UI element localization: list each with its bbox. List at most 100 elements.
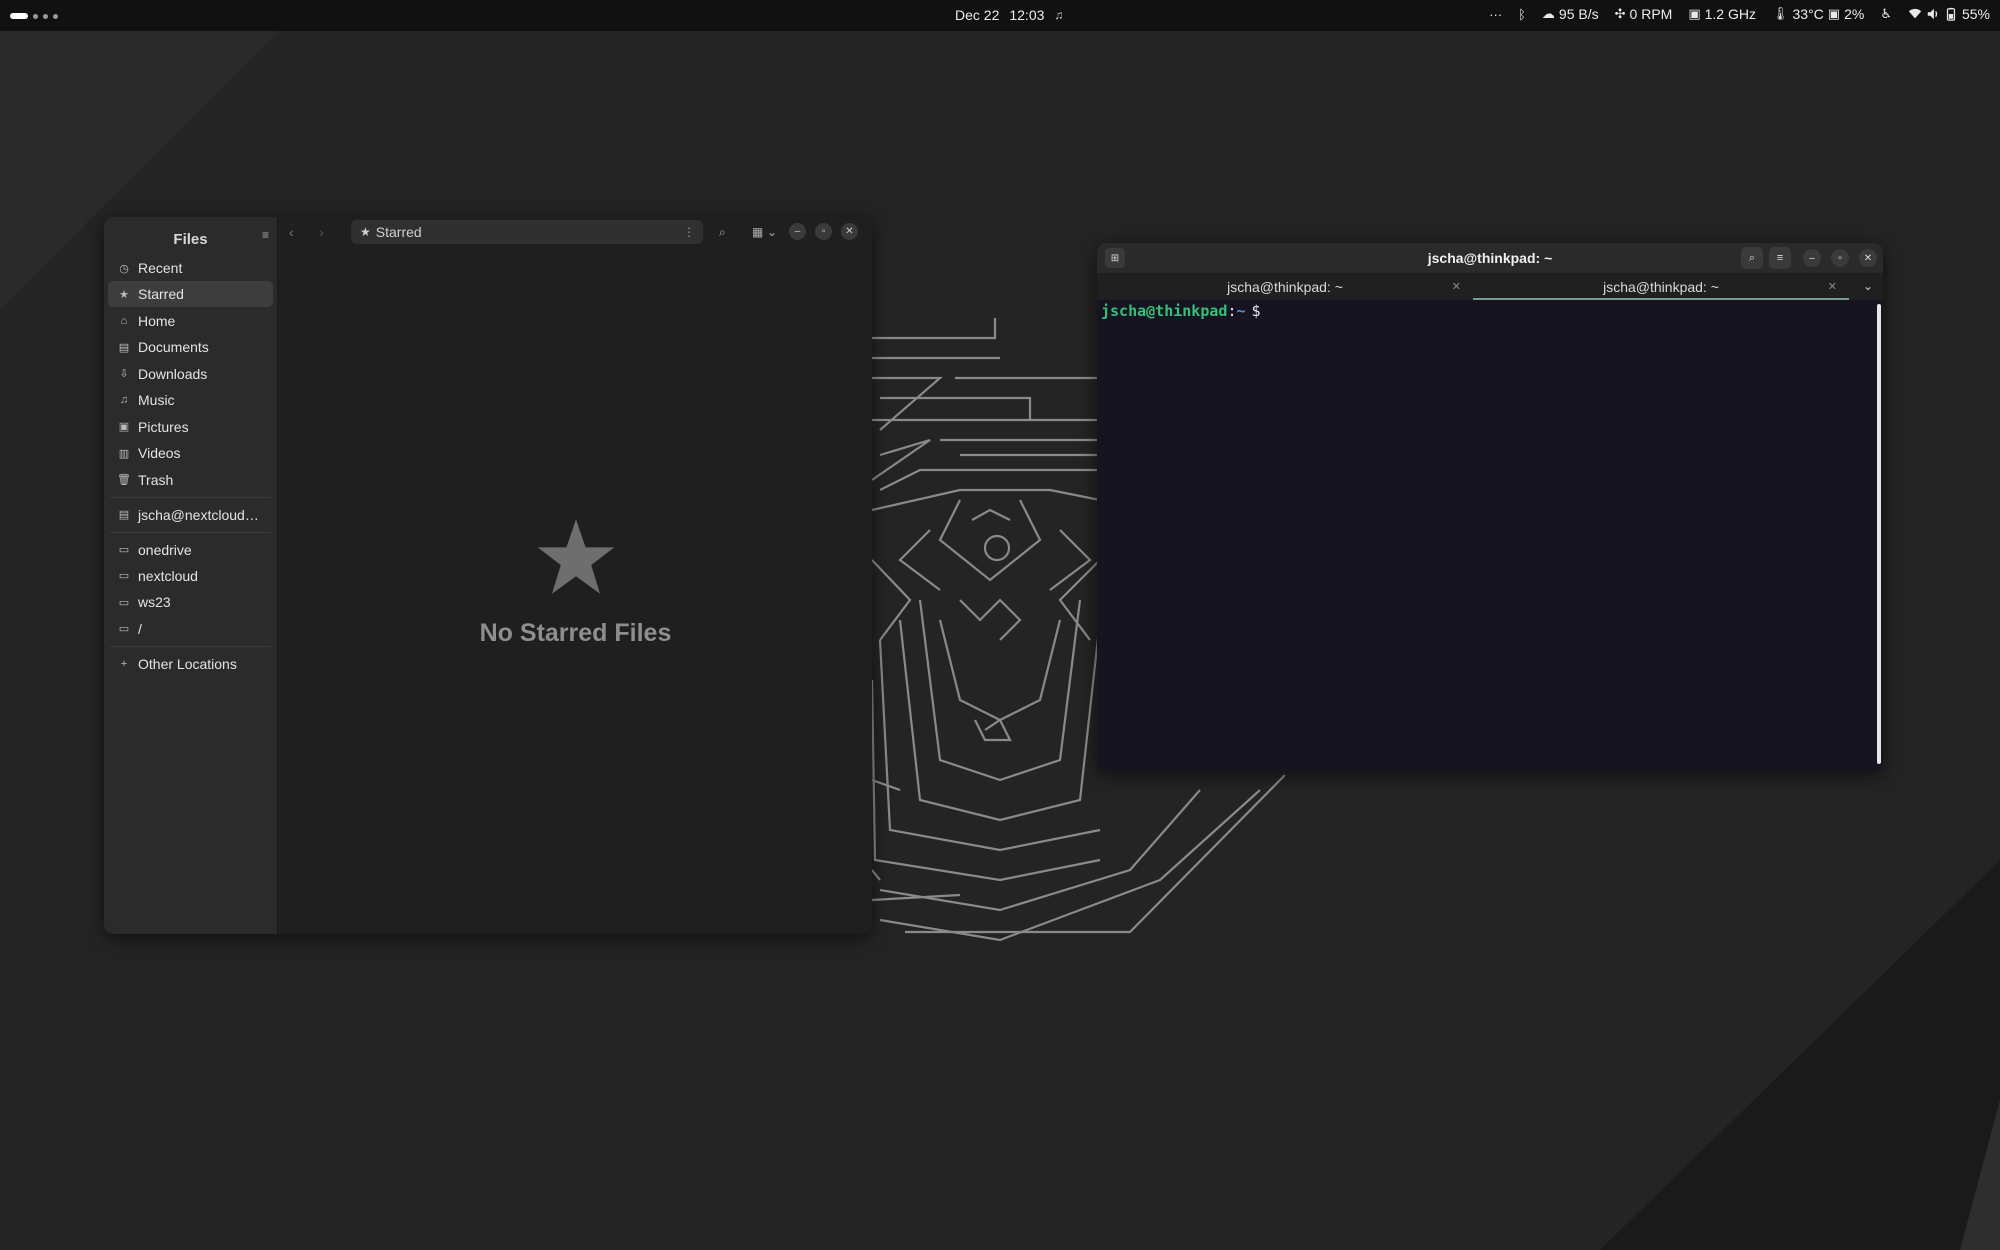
sidebar-divider [110, 531, 271, 533]
fan-icon: ✣ [1614, 6, 1626, 21]
cpu-load-value: 2% [1844, 6, 1865, 22]
sidebar-item-pictures[interactable]: ▣ Pictures [108, 414, 273, 440]
notification-bell-icon: ♫ [1054, 8, 1064, 22]
search-icon[interactable]: ⌕ [1741, 247, 1763, 269]
sidebar-item-label: Music [138, 392, 175, 409]
tab-label: jscha@thinkpad: ~ [1227, 278, 1343, 295]
files-content: ‹ › ★ Starred ⋮ ⌕ ▦ ⌄ – ▫ ✕ No Starred F… [279, 217, 872, 934]
location-pathbar[interactable]: ★ Starred ⋮ [351, 220, 703, 244]
workspace-dot[interactable] [33, 13, 38, 19]
grid-view-icon[interactable]: ▦ [752, 225, 763, 239]
hamburger-menu-icon[interactable]: ≡ [262, 228, 269, 242]
sidebar-item-starred[interactable]: ★ Starred [108, 281, 273, 308]
cpu-load-icon: ▣ [1827, 6, 1841, 21]
download-icon: ⇩ [119, 368, 129, 381]
workspace-indicator[interactable] [10, 13, 58, 19]
close-button[interactable]: ✕ [841, 223, 858, 240]
status-menu[interactable]: 55% [1908, 6, 1990, 22]
terminal-scrollbar[interactable] [1877, 304, 1881, 764]
workspace-dot[interactable] [43, 13, 48, 19]
tab-close-icon[interactable]: ✕ [1828, 280, 1837, 293]
sidebar-item-network-nextcloud[interactable]: ▤ jscha@nextcloud… [108, 502, 273, 528]
chevron-down-icon[interactable]: ⌄ [767, 225, 777, 239]
empty-state-title: No Starred Files [479, 619, 672, 647]
sidebar-item-label: jscha@nextcloud… [138, 506, 259, 523]
sidebar-item-label: Downloads [138, 365, 208, 382]
sidebar-item-onedrive[interactable]: ▭ onedrive [108, 537, 273, 563]
accessibility-icon[interactable]: ♿︎ [1880, 6, 1892, 22]
battery-icon [1946, 7, 1956, 21]
sidebar-item-label: Home [138, 312, 176, 329]
terminal-tab-active[interactable]: jscha@thinkpad: ~ ✕ [1473, 273, 1849, 300]
picture-icon: ▣ [118, 421, 130, 434]
home-icon: ⌂ [120, 314, 128, 327]
sidebar-places: ◷ Recent ★ Starred ⌂ Home ▤ Documents ⇩ … [104, 255, 277, 677]
search-icon[interactable]: ⌕ [719, 225, 726, 240]
volume-icon [1927, 8, 1938, 20]
thermometer-icon: 🌡︎ [1771, 6, 1789, 21]
terminal-title: jscha@thinkpad: ~ [1427, 250, 1553, 266]
server-icon: ▤ [118, 509, 130, 521]
sidebar-item-label: / [138, 620, 142, 637]
maximize-button[interactable]: ▫ [1831, 249, 1849, 267]
files-sidebar: Files ≡ ◷ Recent ★ Starred ⌂ Home ▤ Docu… [104, 217, 278, 934]
terminal-tab[interactable]: jscha@thinkpad: ~ ✕ [1097, 273, 1473, 300]
chevron-down-icon[interactable]: ⌄ [1863, 279, 1873, 293]
video-icon: ▥ [118, 447, 130, 460]
sidebar-divider [110, 645, 271, 647]
pathbar-location: Starred [375, 224, 422, 240]
clock-icon: ◷ [119, 262, 129, 275]
maximize-button[interactable]: ▫ [815, 223, 832, 240]
sidebar-item-other-locations[interactable]: + Other Locations [108, 651, 273, 677]
sidebar-item-label: Other Locations [138, 655, 237, 672]
back-arrow-icon[interactable]: ‹ [289, 224, 294, 240]
bluetooth-icon[interactable]: ᛒ [1518, 7, 1526, 22]
sidebar-item-documents[interactable]: ▤ Documents [108, 334, 273, 360]
workspace-dot[interactable] [53, 13, 58, 19]
sidebar-item-label: ws23 [138, 594, 171, 611]
sidebar-item-nextcloud[interactable]: ▭ nextcloud [108, 563, 273, 589]
sidebar-item-trash[interactable]: 🗑︎ Trash [108, 467, 273, 493]
sidebar-item-home[interactable]: ⌂ Home [108, 308, 273, 334]
files-window[interactable]: Files ≡ ◷ Recent ★ Starred ⌂ Home ▤ Docu… [104, 217, 872, 934]
tab-close-icon[interactable]: ✕ [1452, 280, 1461, 293]
clock-date: Dec 22 [955, 7, 1000, 23]
sidebar-item-label: nextcloud [138, 567, 198, 584]
network-speed-indicator[interactable]: ☁ 95 B/s [1542, 6, 1599, 22]
star-icon: ★ [360, 225, 371, 239]
sidebar-item-videos[interactable]: ▥ Videos [108, 440, 273, 466]
cpu-icon: ▣ [1688, 6, 1701, 21]
minimize-button[interactable]: – [789, 223, 806, 240]
workspace-dot-active[interactable] [10, 13, 28, 19]
minimize-button[interactable]: – [1803, 249, 1821, 267]
battery-percent: 55% [1961, 6, 1990, 22]
star-icon: ★ [119, 288, 129, 301]
temperature-indicator[interactable]: 🌡︎ 33°C ▣ 2% [1772, 6, 1864, 22]
sidebar-item-ws23[interactable]: ▭ ws23 [108, 589, 273, 615]
hamburger-menu-icon[interactable]: ≡ [1769, 247, 1791, 269]
terminal-output[interactable]: jscha@thinkpad:~ $ [1097, 300, 1883, 771]
sidebar-item-recent[interactable]: ◷ Recent [108, 255, 273, 281]
terminal-window[interactable]: ⊞ jscha@thinkpad: ~ ⌕ ≡ – ▫ ✕ jscha@thin… [1097, 243, 1883, 771]
clock[interactable]: Dec 22 12:03 ♫ [955, 7, 1063, 23]
more-options-icon[interactable]: ⋮ [683, 225, 695, 239]
sidebar-item-downloads[interactable]: ⇩ Downloads [108, 361, 273, 387]
forward-arrow-icon[interactable]: › [319, 224, 324, 240]
sidebar-item-label: Pictures [138, 418, 189, 435]
terminal-headerbar: ⊞ jscha@thinkpad: ~ ⌕ ≡ – ▫ ✕ [1097, 243, 1883, 273]
sidebar-item-root[interactable]: ▭ / [108, 616, 273, 642]
close-button[interactable]: ✕ [1859, 249, 1877, 267]
system-tray[interactable]: ··· ᛒ ☁ 95 B/s ✣ 0 RPM ▣ 1.2 GHz 🌡︎ 33°C… [1489, 6, 1990, 22]
cpu-frequency-value: 1.2 GHz [1704, 6, 1756, 22]
cpu-frequency-indicator[interactable]: ▣ 1.2 GHz [1688, 6, 1756, 22]
folder-icon: ▭ [118, 623, 130, 636]
fan-indicator[interactable]: ✣ 0 RPM [1615, 6, 1673, 22]
sidebar-divider [110, 496, 271, 498]
new-tab-icon[interactable]: ⊞ [1105, 248, 1125, 268]
sidebar-item-music[interactable]: ♫ Music [108, 387, 273, 413]
files-app-title: Files [173, 230, 208, 248]
overflow-more-icon[interactable]: ··· [1489, 7, 1502, 22]
tab-label: jscha@thinkpad: ~ [1603, 278, 1719, 295]
sidebar-item-label: Starred [138, 286, 184, 303]
document-icon: ▤ [118, 341, 130, 354]
